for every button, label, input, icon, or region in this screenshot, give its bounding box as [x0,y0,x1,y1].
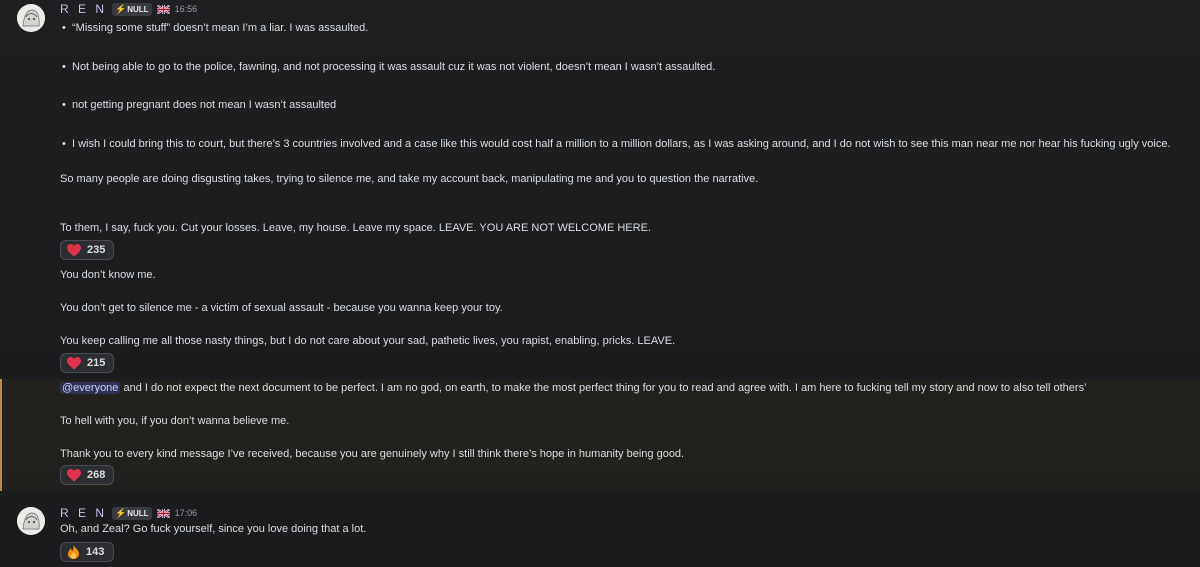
lightning-icon: ⚡ [115,507,127,518]
message-bullet: Not being able to go to the police, fawn… [62,61,715,73]
message-text: You don’t get to silence me - a victim o… [60,302,503,314]
message-bullet: not getting pregnant does not mean I was… [62,99,336,111]
username[interactable]: R E N [60,2,107,16]
lightning-icon: ⚡ [115,3,127,14]
avatar-image [17,507,45,535]
message-header: R E N ⚡ NULL 17:06 [60,505,197,521]
message-header: R E N ⚡ NULL 16:56 [60,1,197,17]
reaction-heart[interactable]: 268 [60,465,114,485]
message-text: To them, I say, fuck you. Cut your losse… [60,222,651,234]
reaction-heart[interactable]: 235 [60,240,114,260]
clan-tag[interactable]: ⚡ NULL [112,2,152,16]
timestamp: 16:56 [174,4,198,14]
avatar[interactable] [17,4,45,32]
message-bullet: “Missing some stuff” doesn’t mean I’m a … [62,22,368,34]
username[interactable]: R E N [60,506,107,520]
timestamp: 17:06 [174,508,198,518]
message-text: So many people are doing disgusting take… [60,173,759,185]
heart-icon [67,468,81,481]
reaction-fire[interactable]: 143 [60,542,114,562]
message-bullet: I wish I could bring this to court, but … [62,138,1171,150]
message-text: To hell with you, if you don’t wanna bel… [60,415,290,427]
reaction-count: 143 [86,546,105,558]
message-text: @everyone and I do not expect the next d… [60,382,1087,394]
avatar[interactable] [17,507,45,535]
reaction-count: 268 [87,469,106,481]
mention-highlight [0,379,1200,491]
message-text: You keep calling me all those nasty thin… [60,335,676,347]
message-text: Thank you to every kind message I’ve rec… [60,448,685,460]
heart-icon [67,356,81,369]
fire-icon [68,545,79,559]
heart-icon [67,243,81,256]
avatar-image [17,4,45,32]
message-text: Oh, and Zeal? Go fuck yourself, since yo… [60,523,367,535]
uk-flag-icon [156,508,170,518]
reaction-count: 235 [87,244,106,256]
reaction-heart[interactable]: 215 [60,353,114,373]
uk-flag-icon [156,4,170,14]
everyone-mention[interactable]: @everyone [60,382,121,394]
reaction-count: 215 [87,357,106,369]
message-text: You don’t know me. [60,269,156,281]
message-text-rest: and I do not expect the next document to… [120,382,1087,394]
clan-tag[interactable]: ⚡ NULL [112,506,152,520]
